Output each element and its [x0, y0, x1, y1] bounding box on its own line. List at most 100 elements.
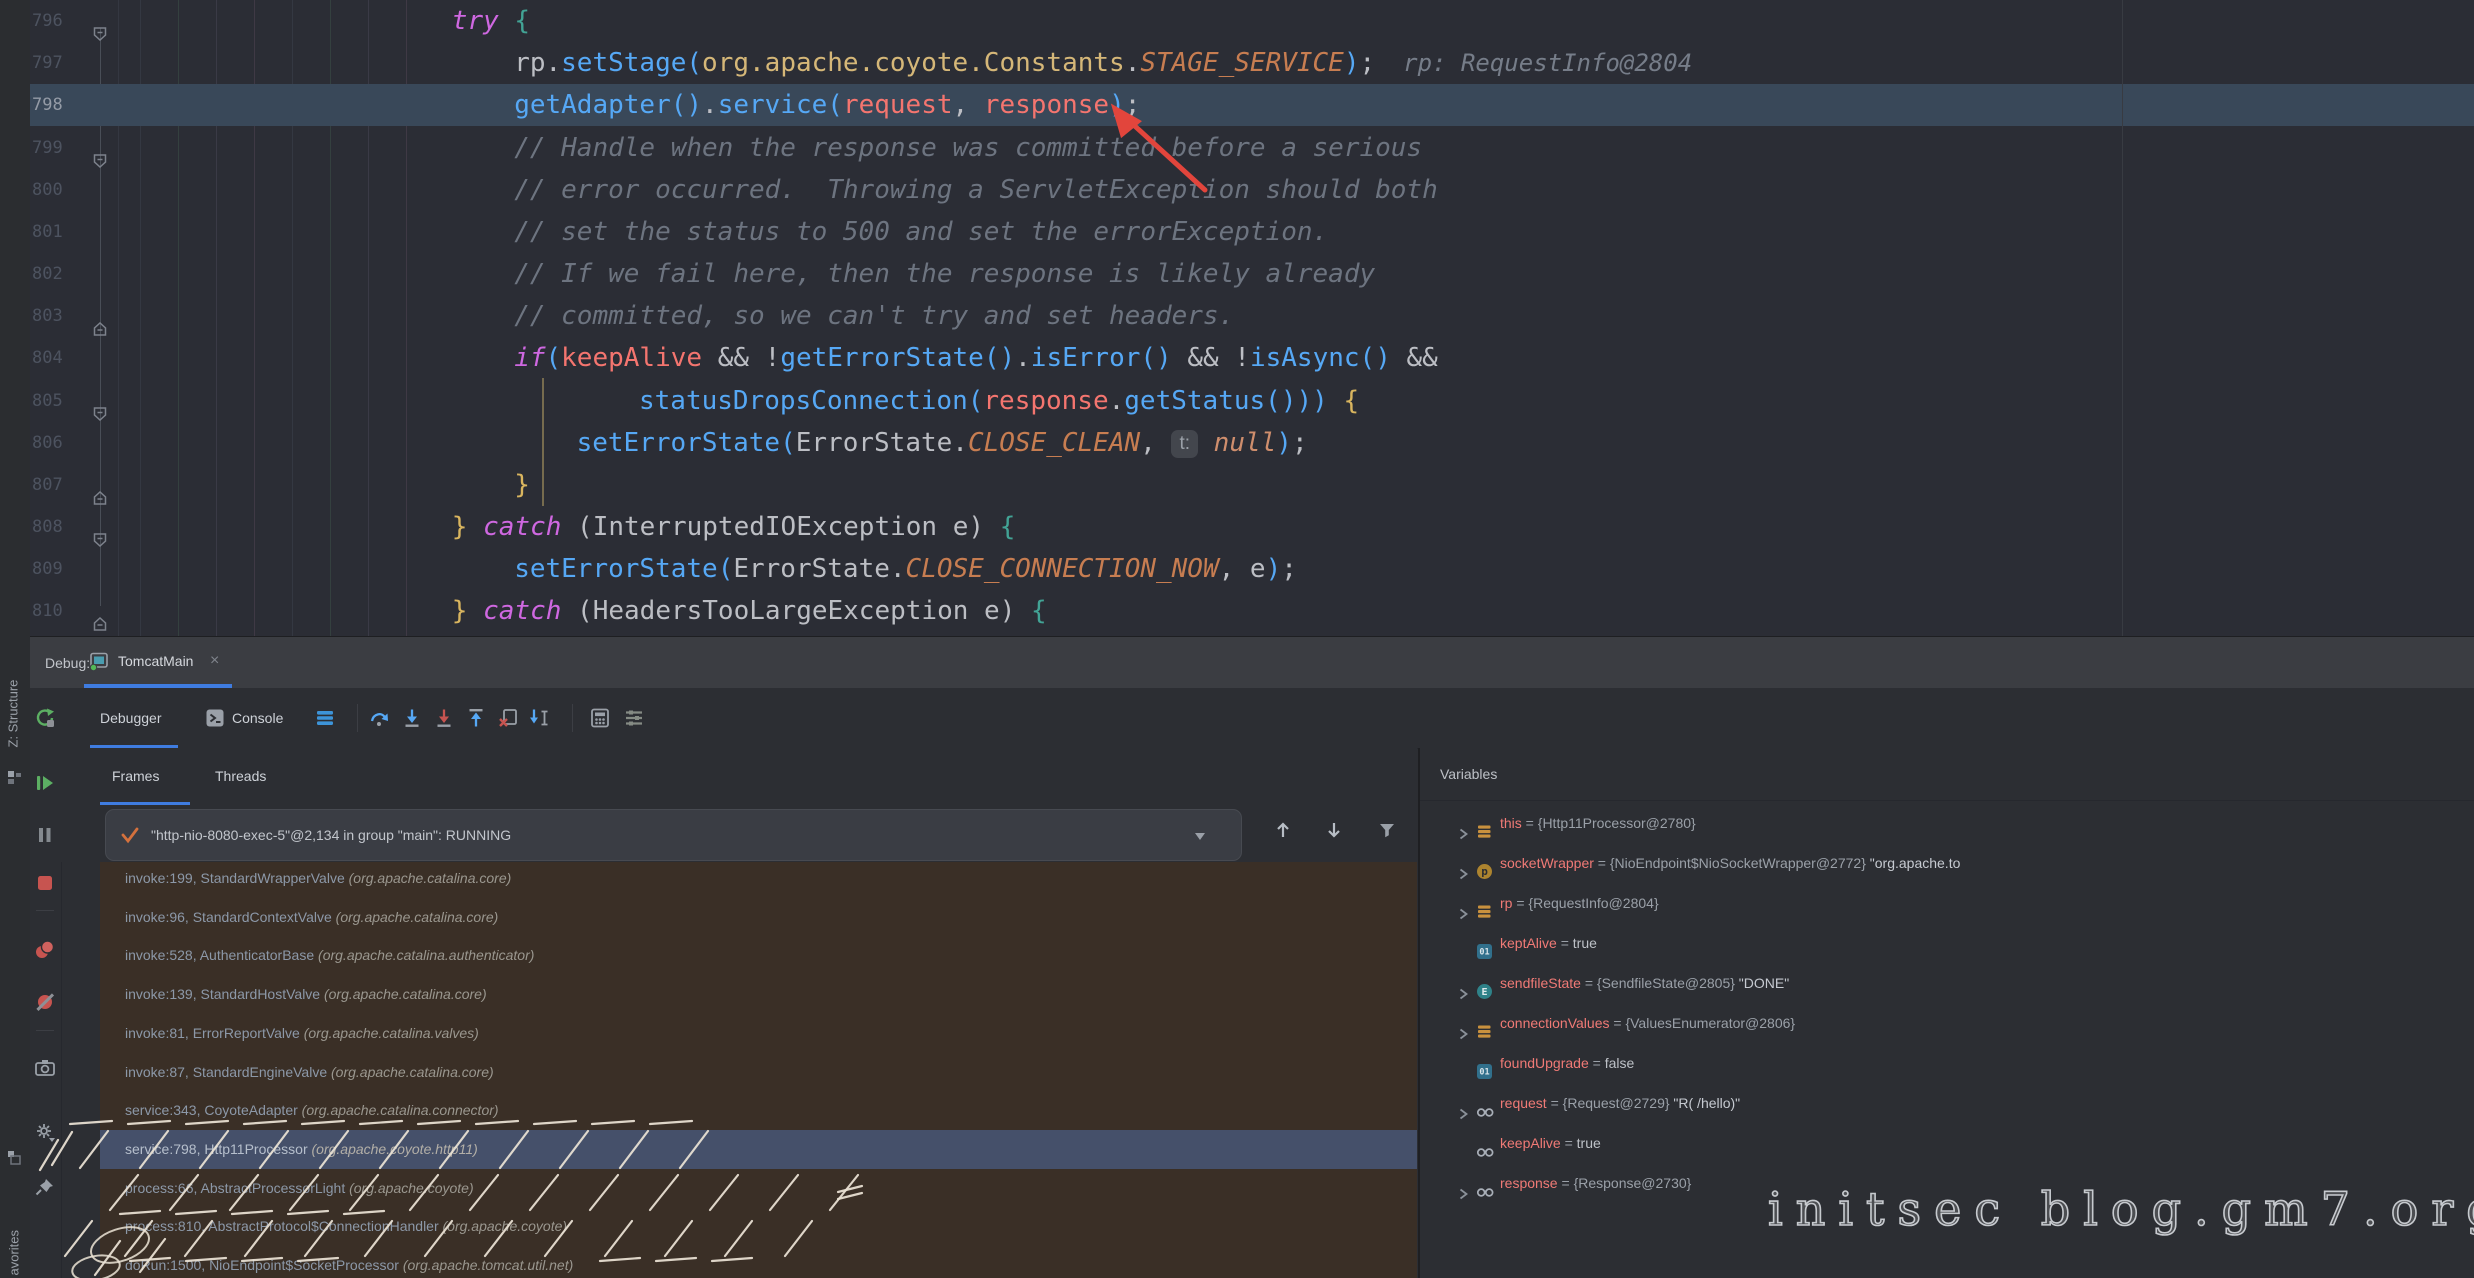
- pause-icon[interactable]: [34, 824, 56, 846]
- step-out-icon[interactable]: [465, 707, 487, 729]
- stack-frame-row[interactable]: invoke:87, StandardEngineValve (org.apac…: [100, 1053, 1417, 1092]
- frame-package: (org.apache.catalina.connector): [302, 1102, 499, 1118]
- hard-wrap-guide: [2122, 0, 2123, 636]
- line-number[interactable]: 798: [32, 84, 88, 126]
- console-icon[interactable]: [205, 708, 225, 728]
- frame-package: (org.apache.catalina.valves): [304, 1025, 479, 1041]
- variable-row[interactable]: EsendfileState = {SendfileState@2805} "D…: [1420, 963, 2474, 1003]
- camera-icon[interactable]: [34, 1057, 56, 1079]
- frame-location: process:810, AbstractProtocol$Connection…: [125, 1218, 443, 1234]
- tab-debugger[interactable]: Debugger: [100, 688, 162, 748]
- line-number[interactable]: 809: [32, 548, 88, 590]
- line-number[interactable]: 806: [32, 422, 88, 464]
- variable-row[interactable]: 01keptAlive = true: [1420, 923, 2474, 963]
- variable-row[interactable]: this = {Http11Processor@2780}: [1420, 803, 2474, 843]
- variable-text: connectionValues = {ValuesEnumerator@280…: [1500, 1003, 1795, 1043]
- variable-row[interactable]: rp = {RequestInfo@2804}: [1420, 883, 2474, 923]
- frame-location: invoke:96, StandardContextValve: [125, 909, 336, 925]
- tab-console[interactable]: Console: [232, 688, 283, 748]
- variable-row[interactable]: psocketWrapper = {NioEndpoint$NioSocketW…: [1420, 843, 2474, 883]
- code-text: // Handle when the response was committe…: [514, 127, 1422, 169]
- tab-frames[interactable]: Frames: [112, 748, 159, 805]
- view-breakpoints-icon[interactable]: [34, 939, 56, 961]
- line-number[interactable]: 796: [32, 0, 88, 42]
- frame-package: (org.apache.coyote): [349, 1180, 474, 1196]
- tool-window-stripe: Z: Structure avorites: [0, 0, 31, 1278]
- stop-icon[interactable]: [34, 872, 56, 894]
- frame-package: (org.apache.catalina.core): [324, 986, 487, 1002]
- frame-down-icon[interactable]: [1324, 820, 1344, 845]
- line-number[interactable]: 800: [32, 169, 88, 211]
- fold-marker-icon[interactable]: [92, 603, 108, 619]
- code-text: statusDropsConnection(response.getStatus…: [639, 380, 1359, 422]
- stack-frame-row[interactable]: invoke:528, AuthenticatorBase (org.apach…: [100, 936, 1417, 975]
- sidebar-item-structure[interactable]: Z: Structure: [6, 658, 21, 748]
- code-text: if(keepAlive && !getErrorState().isError…: [514, 337, 1438, 379]
- fold-marker-icon[interactable]: [92, 140, 108, 156]
- step-into-icon[interactable]: [401, 707, 423, 729]
- sidebar-item-favorites[interactable]: avorites: [7, 1216, 22, 1276]
- line-number[interactable]: 802: [32, 253, 88, 295]
- debug-tool-window-bar: Debug: TomcatMain ×: [30, 636, 2474, 689]
- line-number[interactable]: 808: [32, 506, 88, 548]
- code-text: }: [514, 464, 530, 506]
- step-over-icon[interactable]: [369, 707, 391, 729]
- fold-marker-icon[interactable]: [92, 13, 108, 29]
- variable-row[interactable]: request = {Request@2729} "R( /hello)": [1420, 1083, 2474, 1123]
- layout-settings-icon[interactable]: [623, 707, 645, 729]
- variable-row[interactable]: connectionValues = {ValuesEnumerator@280…: [1420, 1003, 2474, 1043]
- stack-frames-list[interactable]: invoke:199, StandardWrapperValve (org.ap…: [100, 862, 1417, 1278]
- fold-marker-icon[interactable]: [92, 519, 108, 535]
- code-line: 799 // Handle when the response was commi…: [30, 127, 2474, 169]
- gear-icon[interactable]: [34, 1121, 56, 1143]
- run-to-cursor-icon[interactable]: [529, 707, 551, 729]
- stack-frame-row[interactable]: invoke:199, StandardWrapperValve (org.ap…: [100, 862, 1417, 898]
- code-editor[interactable]: 796try {797rp.setStage(org.apache.coyote…: [30, 0, 2474, 636]
- line-number[interactable]: 810: [32, 590, 88, 632]
- drop-frame-icon[interactable]: [497, 707, 519, 729]
- variables-title: Variables: [1440, 748, 1497, 800]
- layout-icon[interactable]: [315, 708, 335, 728]
- stack-frame-row[interactable]: service:343, CoyoteAdapter (org.apache.c…: [100, 1091, 1417, 1130]
- resume-icon[interactable]: [34, 772, 56, 794]
- thread-dropdown[interactable]: "http-nio-8080-exec-5"@2,134 in group "m…: [105, 809, 1242, 861]
- svg-text:p: p: [1481, 865, 1488, 878]
- line-number[interactable]: 805: [32, 380, 88, 422]
- fold-marker-icon[interactable]: [92, 308, 108, 324]
- code-text: try {: [452, 0, 530, 42]
- frame-up-icon[interactable]: [1273, 820, 1293, 845]
- stack-frame-row[interactable]: service:798, Http11Processor (org.apache…: [100, 1130, 1417, 1169]
- debug-session-icon: [88, 650, 110, 677]
- structure-icon: [7, 770, 22, 790]
- variable-row[interactable]: keepAlive = true: [1420, 1123, 2474, 1163]
- variable-text: sendfileState = {SendfileState@2805} "DO…: [1500, 963, 1789, 1003]
- stack-frame-row[interactable]: invoke:139, StandardHostValve (org.apach…: [100, 975, 1417, 1014]
- line-number[interactable]: 803: [32, 295, 88, 337]
- tab-threads[interactable]: Threads: [215, 748, 266, 805]
- expand-chevron-icon[interactable]: [1456, 1176, 1470, 1216]
- variable-row[interactable]: 01foundUpgrade = false: [1420, 1043, 2474, 1083]
- pin-icon[interactable]: [34, 1176, 56, 1198]
- filter-icon[interactable]: [1377, 820, 1397, 845]
- fold-marker-icon[interactable]: [92, 393, 108, 409]
- mute-breakpoints-icon[interactable]: [34, 991, 56, 1013]
- svg-text:01: 01: [1479, 948, 1489, 958]
- stack-frame-row[interactable]: doRun:1500, NioEndpoint$SocketProcessor …: [100, 1246, 1417, 1278]
- line-number[interactable]: 804: [32, 337, 88, 379]
- stack-frame-row[interactable]: invoke:81, ErrorReportValve (org.apache.…: [100, 1014, 1417, 1053]
- chevron-down-icon[interactable]: [1191, 827, 1209, 850]
- divider: [357, 704, 358, 732]
- evaluate-expression-icon[interactable]: [589, 707, 611, 729]
- line-number[interactable]: 797: [32, 42, 88, 84]
- line-number[interactable]: 801: [32, 211, 88, 253]
- force-step-into-icon[interactable]: [433, 707, 455, 729]
- stack-frame-row[interactable]: invoke:96, StandardContextValve (org.apa…: [100, 898, 1417, 937]
- fold-marker-icon[interactable]: [92, 477, 108, 493]
- rerun-icon[interactable]: [34, 707, 56, 729]
- line-number[interactable]: 799: [32, 127, 88, 169]
- close-icon[interactable]: ×: [210, 637, 219, 685]
- stack-frame-row[interactable]: process:66, AbstractProcessorLight (org.…: [100, 1169, 1417, 1208]
- stack-frame-row[interactable]: process:810, AbstractProtocol$Connection…: [100, 1207, 1417, 1246]
- line-number[interactable]: 807: [32, 464, 88, 506]
- watermark-text: initsec blog.gm7.org: [1768, 1182, 2474, 1236]
